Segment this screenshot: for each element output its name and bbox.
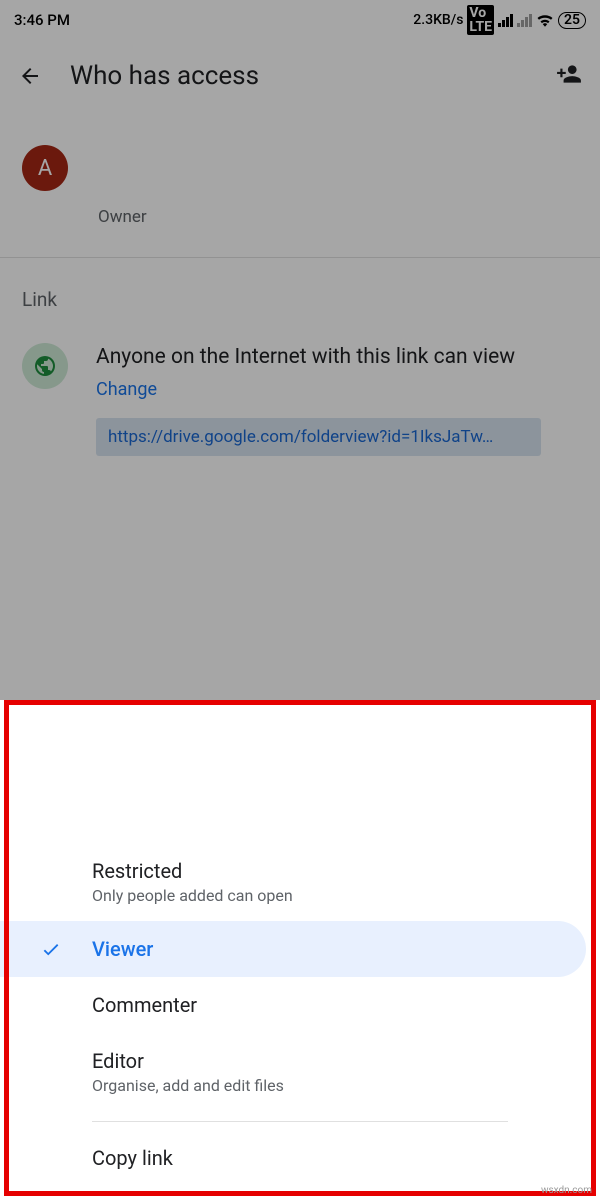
link-section-label: Link (0, 258, 600, 311)
access-page: 3:46 PM 2.3KB/s VoLTE 25 Who has access … (0, 0, 600, 700)
share-url[interactable]: https://drive.google.com/folderview?id=1… (96, 418, 541, 456)
wifi-icon (536, 13, 554, 27)
option-commenter[interactable]: Commenter (0, 977, 600, 1033)
volte-icon: VoLTE (467, 5, 494, 35)
option-subtitle: Only people added can open (92, 886, 578, 905)
person-add-icon (556, 61, 582, 87)
owner-avatar: A (22, 145, 68, 191)
network-speed: 2.3KB/s (413, 12, 463, 28)
page-title: Who has access (70, 61, 528, 91)
copy-link-button[interactable]: Copy link (0, 1130, 600, 1186)
owner-row: A Owner (0, 115, 600, 257)
add-person-button[interactable] (556, 61, 582, 91)
globe-icon-wrap (22, 343, 68, 389)
check-icon (40, 938, 62, 960)
option-title: Restricted (92, 859, 578, 883)
owner-role: Owner (98, 207, 578, 227)
link-info: Anyone on the Internet with this link ca… (96, 343, 541, 456)
owner-info: Owner (98, 139, 578, 227)
status-time: 3:46 PM (14, 11, 70, 29)
back-button[interactable] (18, 64, 42, 88)
sheet-divider (92, 1121, 508, 1122)
option-title: Commenter (92, 993, 578, 1017)
option-subtitle: Organise, add and edit files (92, 1076, 578, 1095)
option-title: Editor (92, 1049, 578, 1073)
option-editor[interactable]: Editor Organise, add and edit files (0, 1033, 600, 1111)
link-description: Anyone on the Internet with this link ca… (96, 343, 541, 371)
app-bar: Who has access (0, 39, 600, 115)
access-bottom-sheet: Restricted Only people added can open Vi… (0, 807, 600, 1200)
copy-link-label: Copy link (92, 1146, 578, 1170)
option-viewer[interactable]: Viewer (0, 921, 586, 977)
status-right: 2.3KB/s VoLTE 25 (413, 5, 586, 35)
battery-icon: 25 (558, 12, 586, 29)
signal-icon-2 (517, 13, 532, 27)
owner-name-redacted (98, 139, 378, 201)
arrow-left-icon (18, 63, 42, 89)
status-bar: 3:46 PM 2.3KB/s VoLTE 25 (0, 0, 600, 39)
globe-icon (33, 354, 57, 378)
watermark: wsxdn.com (541, 1185, 592, 1196)
signal-icon (498, 13, 513, 27)
option-title: Viewer (92, 937, 564, 961)
option-restricted[interactable]: Restricted Only people added can open (0, 843, 600, 921)
link-row: Anyone on the Internet with this link ca… (0, 311, 600, 456)
change-link[interactable]: Change (96, 379, 157, 400)
